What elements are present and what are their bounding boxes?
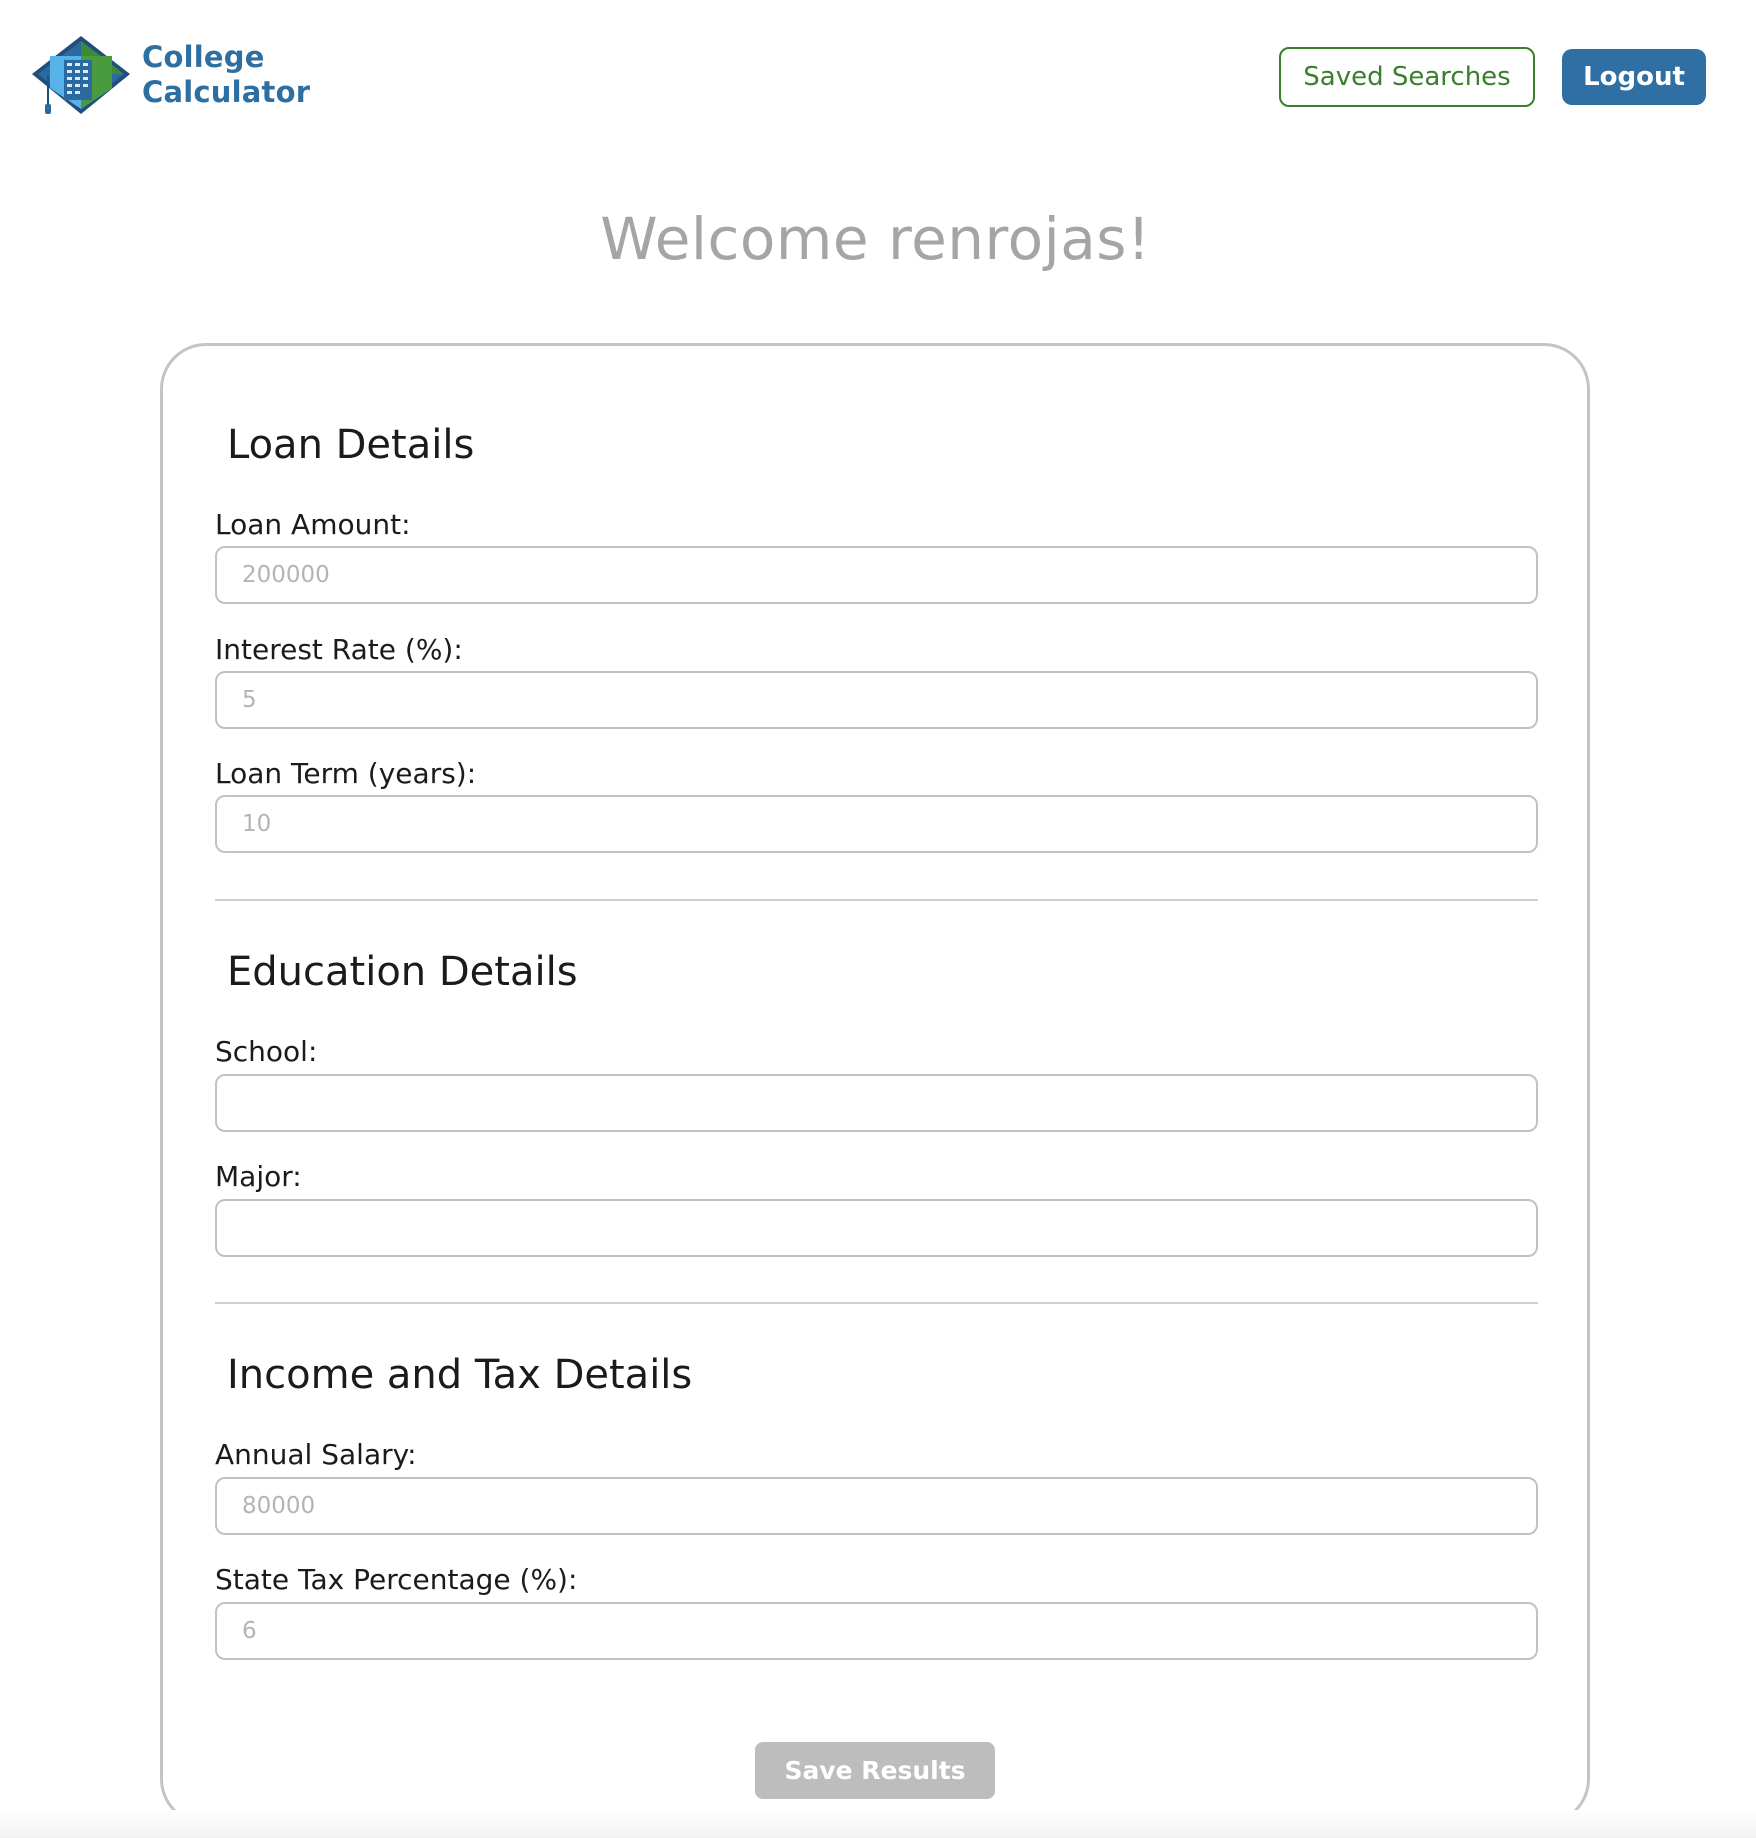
interest-rate-input[interactable] [215,671,1538,729]
section-divider [215,899,1538,901]
page: College Calculator Saved Searches Logout… [0,0,1756,1838]
income-tax-details-title: Income and Tax Details [227,1352,693,1398]
school-label: School: [215,1035,318,1068]
interest-rate-label: Interest Rate (%): [215,633,463,666]
loan-details-title: Loan Details [227,422,475,468]
school-input[interactable] [215,1074,1538,1132]
logo-text-line1: College [142,40,265,74]
calculator-form-card: Loan Details Loan Amount: Interest Rate … [160,343,1590,1825]
annual-salary-input[interactable] [215,1477,1538,1535]
welcome-heading: Welcome renrojas! [600,205,1151,273]
saved-searches-button[interactable]: Saved Searches [1279,47,1535,107]
loan-term-label: Loan Term (years): [215,757,477,790]
state-tax-input[interactable] [215,1602,1538,1660]
logo-text: College Calculator [142,40,310,110]
save-results-button[interactable]: Save Results [755,1742,995,1799]
logo-text-line2: Calculator [142,75,311,109]
education-details-title: Education Details [227,949,578,995]
major-label: Major: [215,1160,302,1193]
page-bottom-edge [0,1810,1756,1838]
section-divider [215,1302,1538,1304]
loan-amount-input[interactable] [215,546,1538,604]
state-tax-label: State Tax Percentage (%): [215,1563,578,1596]
logout-button[interactable]: Logout [1562,49,1706,105]
major-input[interactable] [215,1199,1538,1257]
graduation-cap-calculator-icon [32,36,130,114]
annual-salary-label: Annual Salary: [215,1438,417,1471]
loan-term-input[interactable] [215,795,1538,853]
loan-amount-label: Loan Amount: [215,508,411,541]
app-logo[interactable]: College Calculator [30,34,310,116]
